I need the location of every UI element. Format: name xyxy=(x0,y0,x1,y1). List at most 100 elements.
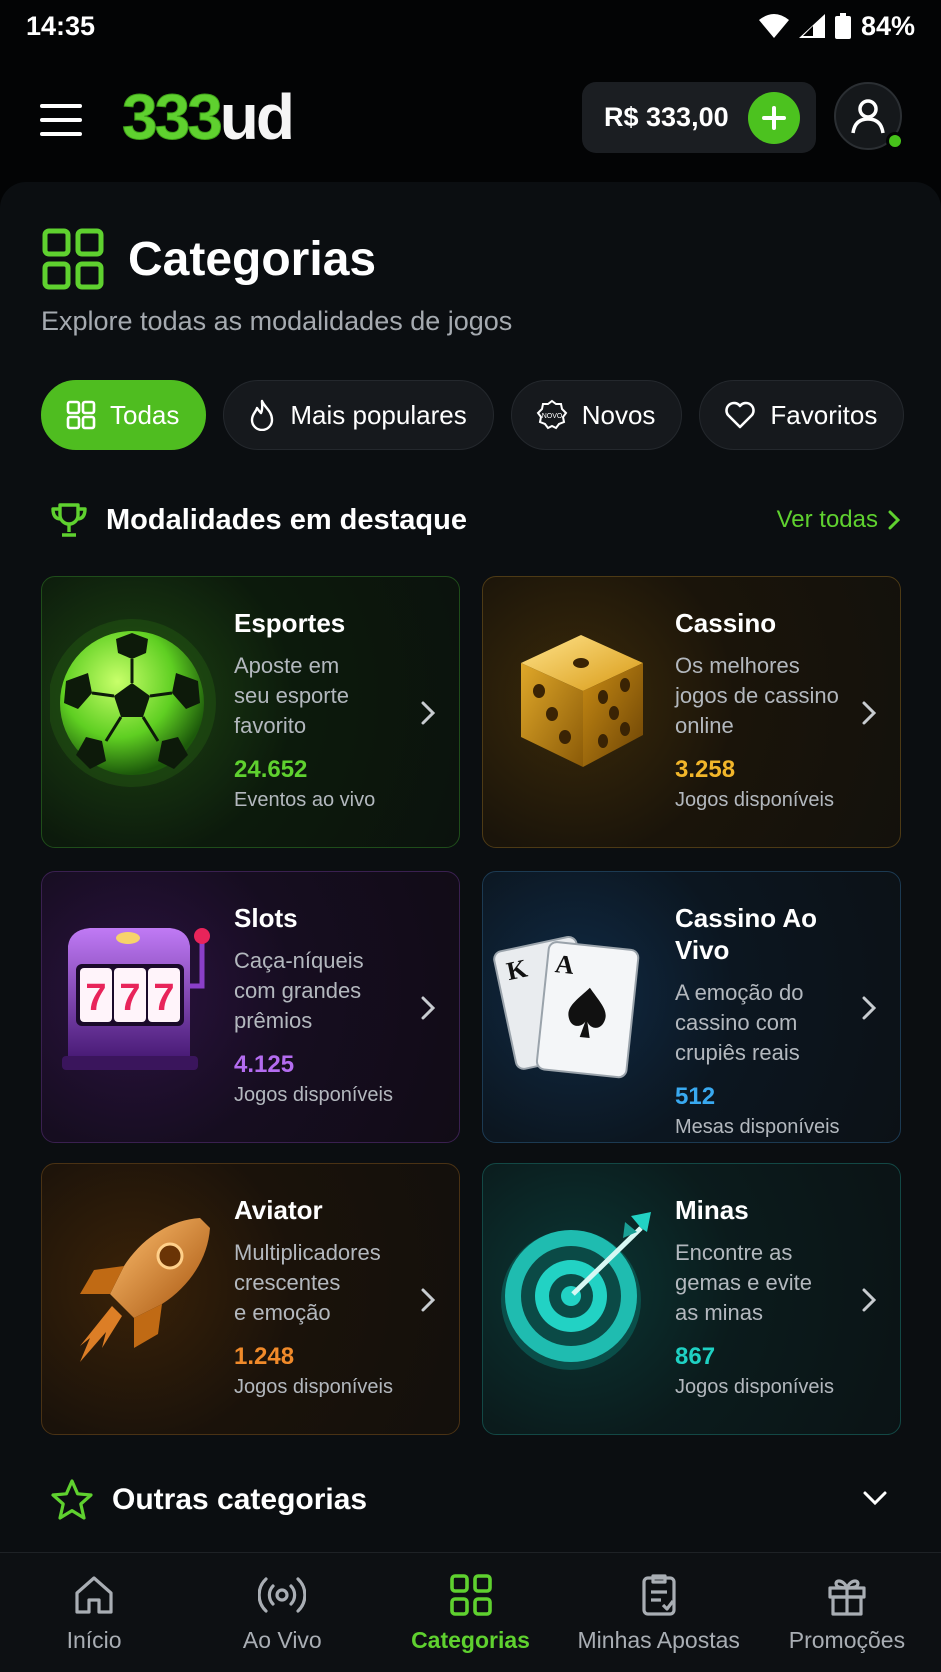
grid-icon xyxy=(42,228,104,290)
nav-minhas-apostas[interactable]: Minhas Apostas xyxy=(565,1553,753,1672)
signal-icon xyxy=(798,14,825,38)
svg-text:NOVO: NOVO xyxy=(541,413,562,420)
bet-slip-icon xyxy=(642,1574,676,1616)
category-card-cassino-ao-vivo[interactable]: K A Cassino Ao Vivo A emoção do cassino … xyxy=(482,871,901,1143)
nav-categorias[interactable]: Categorias xyxy=(376,1553,564,1672)
battery-percent: 84% xyxy=(860,10,915,41)
gift-icon xyxy=(828,1579,866,1616)
nav-ao-vivo[interactable]: Ao Vivo xyxy=(188,1553,376,1672)
featured-section-header: Modalidades em destaque Ver todas xyxy=(50,498,900,542)
section-title: Modalidades em destaque xyxy=(106,503,467,536)
target-icon xyxy=(501,1212,651,1370)
other-categories-toggle[interactable]: Outras categorias xyxy=(50,1472,900,1528)
wifi-icon xyxy=(758,14,789,38)
card-count: 3.258 xyxy=(675,756,736,783)
user-icon xyxy=(851,99,885,134)
flame-icon xyxy=(251,399,274,431)
app-header: 333ud R$ 333,00 xyxy=(0,60,941,180)
card-text: Slots Caça-níqueis com grandes prêmios 4… xyxy=(234,902,419,1110)
balance-pill[interactable]: R$ 333,00 xyxy=(582,82,816,153)
status-bar: 14:35 84% xyxy=(0,0,941,52)
card-text: Cassino Os melhores jogos de cassino onl… xyxy=(675,607,860,815)
nav-inicio[interactable]: Início xyxy=(0,1553,188,1672)
grid-icon xyxy=(66,400,96,430)
categories-panel: Categorias Explore todas as modalidades … xyxy=(0,182,941,1552)
home-icon xyxy=(75,1576,113,1614)
battery-icon xyxy=(834,13,851,39)
card-count-label: Jogos disponíveis xyxy=(675,1376,834,1398)
chevron-down-icon[interactable] xyxy=(862,1490,888,1506)
svg-text:A: A xyxy=(554,949,576,980)
filter-label: Favoritos xyxy=(770,399,878,430)
card-count: 24.652 xyxy=(234,756,308,783)
card-count: 512 xyxy=(675,1083,716,1110)
plus-icon xyxy=(762,106,786,130)
dice-icon xyxy=(521,635,643,767)
filter-mais-populares[interactable]: Mais populares xyxy=(223,380,494,450)
card-description: Aposte em seu esporte favorito xyxy=(234,653,349,738)
card-description: Caça-níqueis com grandes prêmios xyxy=(234,948,364,1033)
nav-promocoes[interactable]: Promoções xyxy=(753,1553,941,1672)
card-description: Multiplicadores crescentes e emoção xyxy=(234,1240,381,1325)
card-count-label: Jogos disponíveis xyxy=(234,1084,393,1106)
chevron-right-icon xyxy=(421,701,436,725)
category-card-aviator[interactable]: Aviator Multiplicadores crescentes e emo… xyxy=(41,1163,460,1435)
card-count-label: Eventos ao vivo xyxy=(234,789,376,811)
balance-value: R$ 333,00 xyxy=(604,102,729,132)
deposit-button[interactable] xyxy=(748,92,800,144)
filter-label: Novos xyxy=(581,399,656,430)
rocket-icon xyxy=(80,1218,210,1362)
new-badge-icon: NOVO xyxy=(536,399,568,430)
card-text: Aviator Multiplicadores crescentes e emo… xyxy=(234,1194,419,1402)
online-status-dot xyxy=(886,132,904,150)
menu-button[interactable] xyxy=(40,104,82,136)
filter-label: Todas xyxy=(110,399,180,430)
card-count-label: Jogos disponíveis xyxy=(675,789,834,811)
category-card-esportes[interactable]: Esportes Aposte em seu esporte favorito … xyxy=(41,576,460,848)
svg-text:7: 7 xyxy=(119,977,140,1019)
trophy-icon xyxy=(51,503,87,537)
card-text: Esportes Aposte em seu esporte favorito … xyxy=(234,607,419,815)
card-text: Cassino Ao Vivo A emoção do cassino com … xyxy=(675,902,860,1142)
playing-cards-icon: K A xyxy=(493,935,640,1079)
card-description: Encontre as gemas e evite as minas xyxy=(675,1240,812,1325)
card-count: 1.248 xyxy=(234,1343,295,1370)
status-icons: 84% xyxy=(758,10,915,42)
card-title: Cassino Ao Vivo xyxy=(675,903,818,965)
category-card-cassino[interactable]: Cassino Os melhores jogos de cassino onl… xyxy=(482,576,901,848)
card-count-label: Jogos disponíveis xyxy=(234,1376,393,1398)
card-title: Aviator xyxy=(234,1195,323,1225)
card-description: Os melhores jogos de cassino online xyxy=(675,653,839,738)
brand-logo[interactable]: 333ud xyxy=(122,82,295,153)
card-count-label: Mesas disponíveis xyxy=(675,1116,840,1138)
filter-novos[interactable]: NOVO Novos xyxy=(510,380,683,450)
card-text: Minas Encontre as gemas e evite as minas… xyxy=(675,1194,860,1402)
card-description: A emoção do cassino com crupiês reais xyxy=(675,980,804,1065)
chevron-right-icon xyxy=(888,510,900,530)
card-title: Cassino xyxy=(675,608,777,638)
page-subtitle: Explore todas as modalidades de jogos xyxy=(41,306,513,336)
filter-todas[interactable]: Todas xyxy=(41,380,207,450)
grid-icon xyxy=(449,1574,492,1616)
profile-button[interactable] xyxy=(834,82,904,150)
chevron-right-icon xyxy=(421,1288,436,1312)
app-root: 14:35 84% 333ud R$ 333,00 Categorias Exp… xyxy=(0,0,941,1672)
filter-chips: Todas Mais populares NOVO Novos Favorito… xyxy=(41,380,905,450)
svg-text:7: 7 xyxy=(85,977,106,1019)
category-card-minas[interactable]: Minas Encontre as gemas e evite as minas… xyxy=(482,1163,901,1435)
slot-machine-icon: 777 xyxy=(62,928,210,1070)
category-card-slots[interactable]: 777 Slots Caça-níqueis com grandes prêmi… xyxy=(41,871,460,1143)
live-broadcast-icon xyxy=(258,1577,307,1613)
page-header: Categorias xyxy=(42,228,376,290)
card-title: Minas xyxy=(675,1195,749,1225)
chevron-right-icon xyxy=(862,701,877,725)
soccer-ball-icon xyxy=(50,619,216,787)
heart-icon xyxy=(725,401,756,429)
card-count: 867 xyxy=(675,1343,716,1370)
status-time: 14:35 xyxy=(26,10,96,41)
filter-favoritos[interactable]: Favoritos xyxy=(699,380,905,450)
see-all-link[interactable]: Ver todas xyxy=(777,506,900,534)
svg-text:7: 7 xyxy=(153,977,174,1019)
bottom-navigation: Início Ao Vivo Categorias Minhas Apostas… xyxy=(0,1552,941,1672)
filter-label: Mais populares xyxy=(290,399,467,430)
